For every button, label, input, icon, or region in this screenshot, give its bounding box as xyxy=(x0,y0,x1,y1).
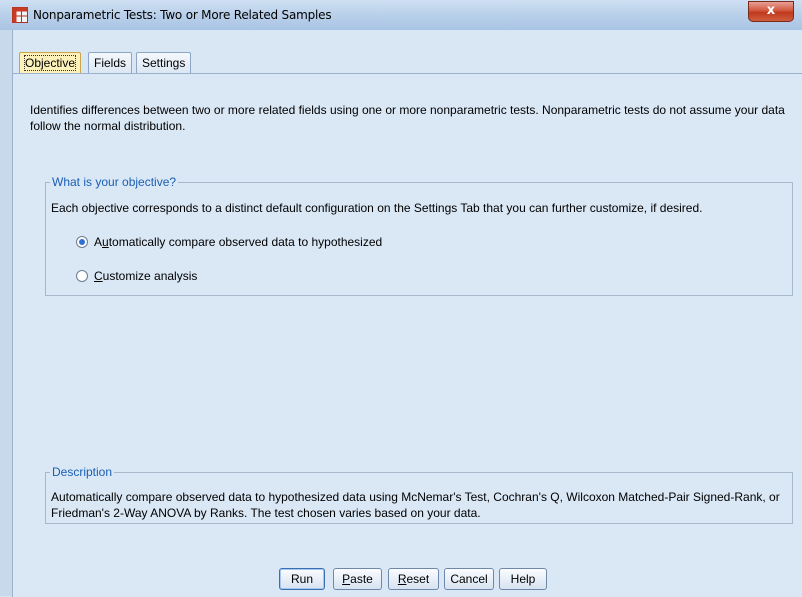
close-button[interactable]: x xyxy=(748,1,794,22)
dialog-window: Nonparametric Tests: Two or More Related… xyxy=(0,0,802,597)
objective-description: Each objective corresponds to a distinct… xyxy=(51,201,703,215)
radio-customize-mnemonic: C xyxy=(94,269,103,283)
tab-settings-label: Settings xyxy=(142,56,186,70)
tab-settings[interactable]: Settings xyxy=(136,52,192,73)
run-button[interactable]: Run xyxy=(279,568,325,590)
radio-customize[interactable]: Customize analysis xyxy=(76,269,197,283)
radio-auto-label-b: tomatically compare observed data to hyp… xyxy=(108,235,383,249)
description-text: Automatically compare observed data to h… xyxy=(51,490,780,520)
reset-button[interactable]: Reset xyxy=(388,568,439,590)
spss-table-icon xyxy=(12,7,28,23)
window-title: Nonparametric Tests: Two or More Related… xyxy=(33,8,332,22)
radio-auto-label-a: A xyxy=(94,235,103,249)
radio-checked-icon[interactable] xyxy=(76,236,88,248)
radio-customize-label: ustomize analysis xyxy=(102,269,198,283)
title-bar[interactable]: Nonparametric Tests: Two or More Related… xyxy=(0,0,802,30)
tab-objective-label: Objective xyxy=(23,55,77,71)
reset-label: eset xyxy=(406,572,430,586)
close-icon: x xyxy=(766,3,776,18)
tab-objective[interactable]: Objective xyxy=(19,52,82,73)
description-groupbox: Description Automatically compare observ… xyxy=(45,465,793,524)
intro-text: Identifies differences between two or mo… xyxy=(30,103,785,133)
radio-unchecked-icon[interactable] xyxy=(76,270,88,282)
radio-auto-compare[interactable]: Automatically compare observed data to h… xyxy=(76,235,382,249)
help-button[interactable]: Help xyxy=(499,568,547,590)
cancel-label: Cancel xyxy=(450,572,488,586)
objective-groupbox: What is your objective? Each objective c… xyxy=(45,175,793,296)
paste-button[interactable]: Paste xyxy=(333,568,382,590)
run-label: Run xyxy=(290,572,313,586)
tab-fields-label: Fields xyxy=(94,56,127,70)
help-label: Help xyxy=(510,572,536,586)
paste-label: aste xyxy=(350,572,373,586)
cancel-button[interactable]: Cancel xyxy=(444,568,494,590)
objective-panel: Identifies differences between two or mo… xyxy=(12,73,802,597)
paste-mnemonic: P xyxy=(342,572,351,586)
tab-fields[interactable]: Fields xyxy=(88,52,133,73)
radio-auto-mnemonic: u xyxy=(102,235,109,249)
objective-legend: What is your objective? xyxy=(50,175,179,189)
tab-strip: Objective Fields Settings xyxy=(12,30,802,74)
description-legend: Description xyxy=(50,465,115,479)
